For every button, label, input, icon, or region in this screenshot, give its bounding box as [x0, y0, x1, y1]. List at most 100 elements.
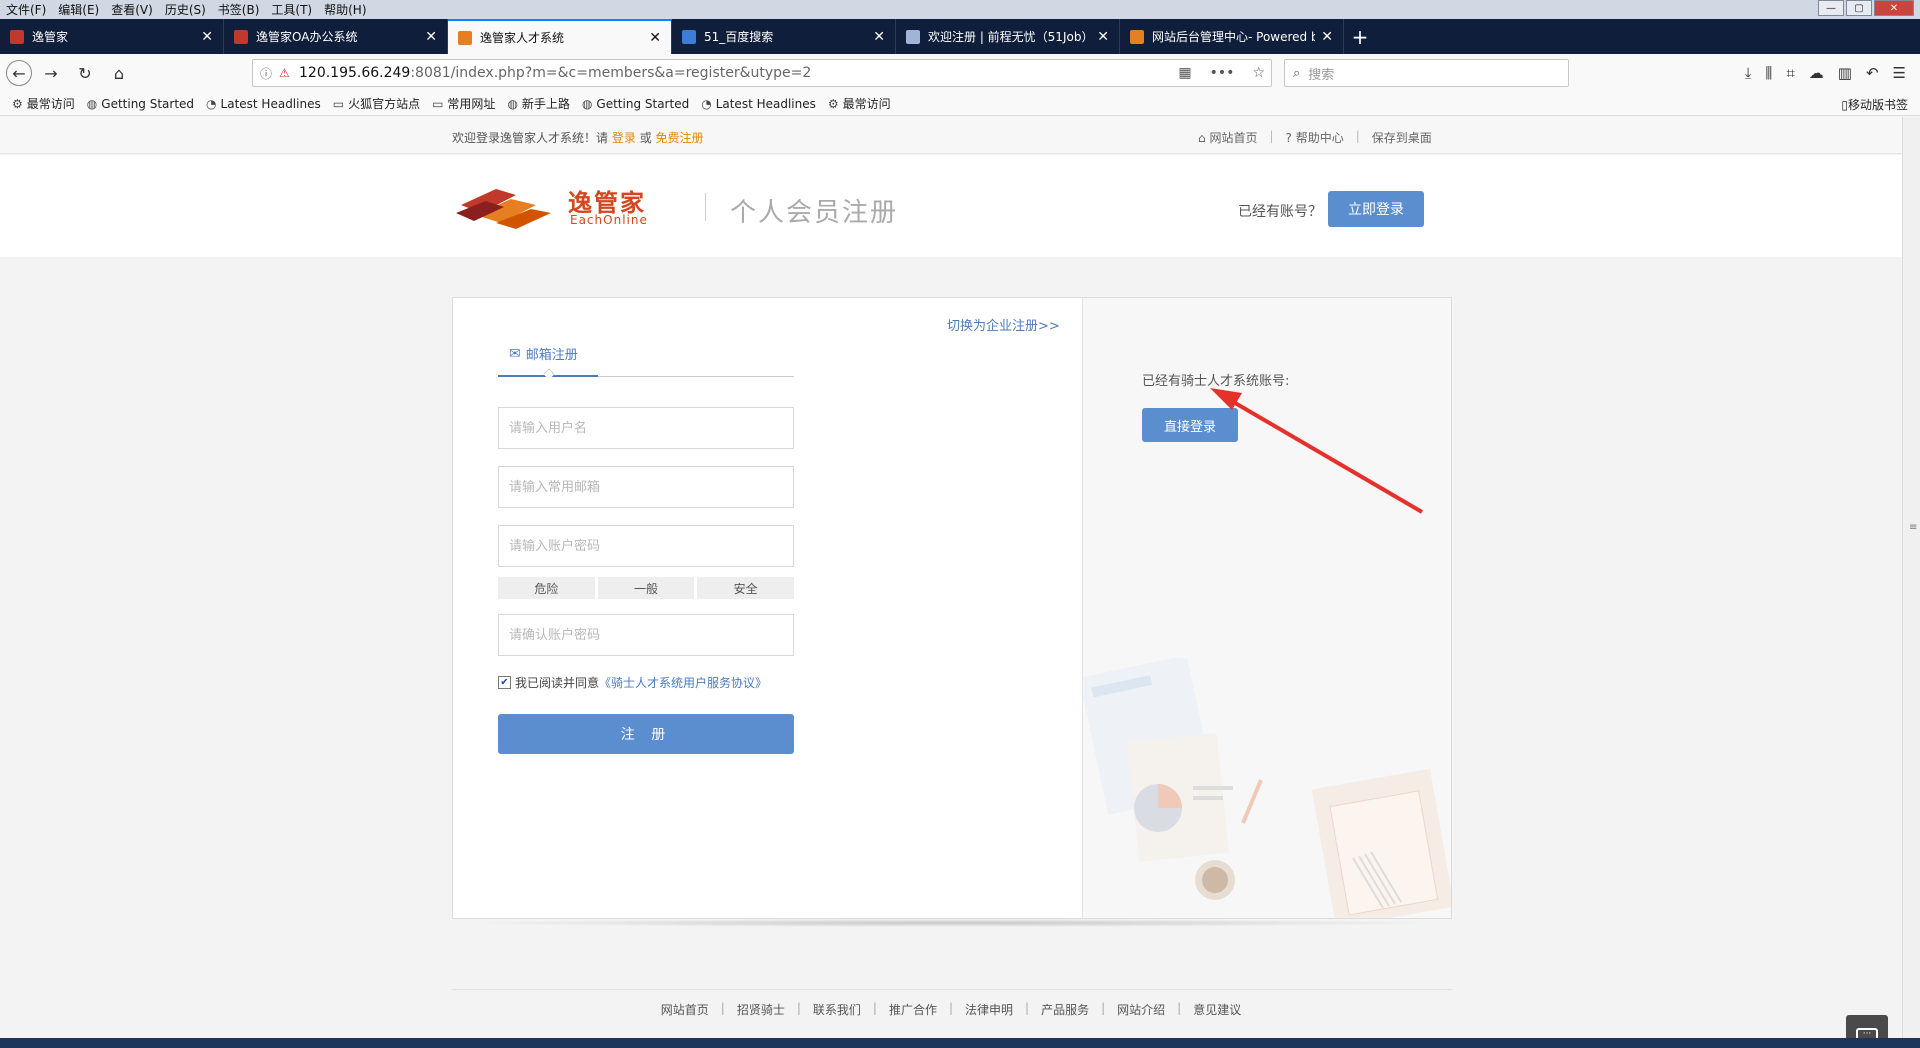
menu-view[interactable]: 查看(V)	[105, 1, 159, 18]
site-logo[interactable]: 逸管家 EachOnline	[456, 183, 686, 233]
bookmarks-toolbar: ⚙ 最常访问 ◍ Getting Started ◔ Latest Headlines…	[0, 92, 1920, 116]
back-button[interactable]: ←	[6, 60, 32, 86]
bookmark-item[interactable]: ⚙ 最常访问	[12, 95, 75, 112]
logo-favicon-icon	[10, 29, 24, 44]
downloads-icon[interactable]: ⤓	[1745, 64, 1752, 82]
search-box[interactable]: ⌕ 搜索	[1284, 59, 1569, 87]
email-input[interactable]	[498, 466, 794, 508]
footer-link[interactable]: 网站介绍	[1105, 1001, 1177, 1018]
chat-widget-button[interactable]: ···	[1846, 1015, 1888, 1038]
help-center-label: 帮助中心	[1295, 131, 1344, 145]
bookmark-item[interactable]: ▭ 常用网址	[432, 95, 495, 112]
footer-link[interactable]: 联系我们	[801, 1001, 873, 1018]
help-center-link[interactable]: ? 帮助中心	[1286, 129, 1344, 146]
login-link[interactable]: 登录	[612, 131, 636, 145]
bookmark-item[interactable]: ◍ Getting Started	[582, 97, 689, 111]
logo-mark-icon	[456, 189, 551, 229]
forward-button[interactable]: →	[36, 58, 66, 88]
menu-bookmarks[interactable]: 书签(B)	[212, 1, 266, 18]
agree-checkbox[interactable]: ✔	[498, 676, 511, 689]
mobile-bookmarks[interactable]: ▯移动版书签	[1841, 96, 1908, 113]
info-icon[interactable]: ⓘ	[253, 65, 279, 82]
close-tab-icon[interactable]: ✕	[649, 30, 661, 46]
menu-history[interactable]: 历史(S)	[159, 1, 212, 18]
tab-51job[interactable]: 欢迎注册 | 前程无忧（51Job） ✕	[896, 19, 1120, 54]
site-favicon-icon	[1130, 29, 1144, 44]
close-tab-icon[interactable]: ✕	[1321, 29, 1333, 45]
close-tab-icon[interactable]: ✕	[873, 29, 885, 45]
separator: |	[1355, 129, 1360, 143]
close-tab-icon[interactable]: ✕	[201, 29, 213, 45]
free-register-link[interactable]: 免费注册	[656, 131, 704, 145]
screenshot-icon[interactable]: ⌗	[1786, 64, 1794, 82]
page-header: 逸管家 EachOnline 个人会员注册 已经有账号？ 立即登录	[0, 155, 1902, 257]
tab-email-register[interactable]: ✉ 邮箱注册	[509, 344, 578, 364]
new-tab-button[interactable]: +	[1344, 19, 1376, 54]
sidebar-icon[interactable]: ▥	[1838, 64, 1852, 82]
page-title: 个人会员注册	[730, 198, 899, 228]
footer-link[interactable]: 产品服务	[1029, 1001, 1101, 1018]
tab-bar: 逸管家 ✕ 逸管家OA办公系统 ✕ 逸管家人才系统 ✕ 51_百度搜索 ✕ 欢迎…	[0, 19, 1920, 54]
bookmark-item[interactable]: ◍ 新手上路	[507, 95, 570, 112]
tab-oa[interactable]: 逸管家OA办公系统 ✕	[224, 19, 448, 54]
login-now-button[interactable]: 立即登录	[1328, 191, 1424, 227]
home-link[interactable]: ⌂ 网站首页	[1198, 129, 1257, 146]
home-icon: ⌂	[1198, 131, 1206, 145]
tab-yiguanjia[interactable]: 逸管家 ✕	[0, 19, 224, 54]
undo-icon[interactable]: ↶	[1866, 64, 1879, 82]
menu-edit[interactable]: 编辑(E)	[52, 1, 105, 18]
footer-link[interactable]: 法律申明	[953, 1001, 1025, 1018]
footer-link[interactable]: 意见建议	[1181, 1001, 1253, 1018]
save-desktop-link[interactable]: 保存到桌面	[1372, 129, 1432, 146]
qr-code-icon[interactable]: ▦	[1178, 65, 1191, 81]
close-window-icon[interactable]: ✕	[1874, 0, 1914, 16]
rss-icon: ◔	[206, 96, 217, 111]
window-controls: — ▢ ✕	[1818, 0, 1914, 16]
username-input[interactable]	[498, 407, 794, 449]
question-icon: ?	[1285, 131, 1292, 145]
confirm-password-input[interactable]	[498, 614, 794, 656]
gear-icon: ⚙	[827, 96, 839, 111]
menu-file[interactable]: 文件(F)	[0, 1, 52, 18]
close-tab-icon[interactable]: ✕	[1097, 29, 1109, 45]
bookmark-label: 最常访问	[842, 97, 891, 111]
chat-icon[interactable]: ☁	[1809, 64, 1824, 82]
footer-link[interactable]: 网站首页	[649, 1001, 721, 1018]
bookmark-item[interactable]: ⚙ 最常访问	[828, 95, 891, 112]
maximize-icon[interactable]: ▢	[1846, 0, 1872, 16]
footer-link[interactable]: 招贤骑士	[725, 1001, 797, 1018]
direct-login-button[interactable]: 直接登录	[1142, 408, 1238, 442]
existing-account-pane: 已经有骑士人才系统账号: 直接登录	[1082, 298, 1451, 918]
bookmark-item[interactable]: ◍ Getting Started	[87, 97, 194, 111]
bookmark-item[interactable]: ▭ 火狐官方站点	[333, 95, 420, 112]
agreement-row: ✔ 我已阅读并同意 《骑士人才系统用户服务协议》	[498, 674, 767, 691]
bookmark-star-icon[interactable]: ☆	[1252, 65, 1265, 81]
menu-help[interactable]: 帮助(H)	[318, 1, 372, 18]
folder-icon: ▭	[332, 96, 345, 111]
home-button[interactable]: ⌂	[104, 58, 134, 88]
url-host: 120.195.66.249	[299, 65, 411, 81]
tab-admin[interactable]: 网站后台管理中心- Powered by ✕	[1120, 19, 1344, 54]
url-bar[interactable]: ⓘ ⚠ 120.195.66.249:8081/index.php?m=&c=m…	[252, 59, 1272, 87]
globe-icon: ◍	[507, 96, 518, 111]
agreement-link[interactable]: 《骑士人才系统用户服务协议》	[599, 674, 767, 691]
password-input[interactable]	[498, 525, 794, 567]
switch-to-company-link[interactable]: 切换为企业注册>>	[947, 315, 1060, 334]
minimize-icon[interactable]: —	[1818, 0, 1844, 16]
register-submit-button[interactable]: 注 册	[498, 714, 794, 754]
bookmark-item[interactable]: ◔ Latest Headlines	[206, 97, 321, 111]
hamburger-menu-icon[interactable]: ☰	[1893, 64, 1906, 82]
have-account-text: 已经有账号？	[1238, 204, 1322, 220]
close-tab-icon[interactable]: ✕	[425, 29, 437, 45]
bookmark-item[interactable]: ◔ Latest Headlines	[701, 97, 816, 111]
menu-tools[interactable]: 工具(T)	[265, 1, 318, 18]
footer-link[interactable]: 推广合作	[877, 1001, 949, 1018]
page-actions-icon[interactable]: •••	[1210, 65, 1235, 81]
reload-button[interactable]: ↻	[70, 58, 100, 88]
library-icon[interactable]: ⫼	[1765, 64, 1772, 82]
existing-account-text: 已经有骑士人才系统账号:	[1142, 374, 1290, 389]
insecure-lock-icon[interactable]: ⚠	[279, 66, 299, 80]
scrollbar[interactable]: ≡	[1902, 117, 1920, 1038]
tab-baidu[interactable]: 51_百度搜索 ✕	[672, 19, 896, 54]
tab-talent-system[interactable]: 逸管家人才系统 ✕	[448, 19, 672, 54]
